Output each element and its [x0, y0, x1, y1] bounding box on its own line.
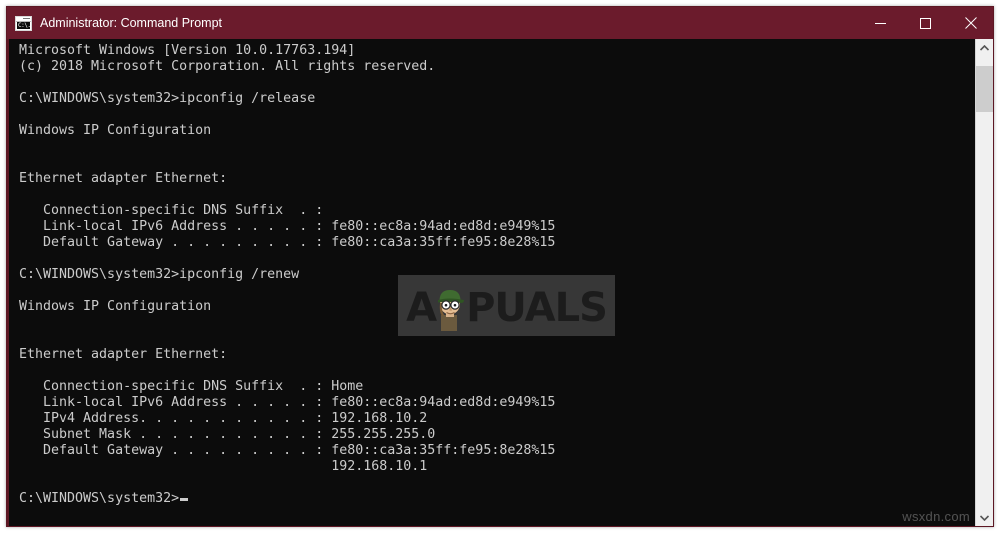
- minimize-icon: [875, 22, 886, 24]
- console-cursor: [180, 498, 189, 501]
- command-prompt-icon-glyph: C:\.: [17, 21, 30, 29]
- maximize-button[interactable]: [903, 7, 948, 39]
- console-output-area[interactable]: Microsoft Windows [Version 10.0.17763.19…: [9, 39, 975, 526]
- console-scrollbar[interactable]: [975, 39, 993, 526]
- command-prompt-icon: C:\.: [15, 15, 32, 31]
- command-prompt-window: C:\. Administrator: Command Prompt Micro…: [6, 6, 994, 527]
- scrollbar-thumb[interactable]: [976, 66, 993, 112]
- console-prompt: C:\WINDOWS\system32>: [19, 491, 180, 506]
- maximize-icon: [920, 17, 931, 29]
- window-controls: [858, 7, 993, 39]
- scroll-up-button[interactable]: [976, 39, 993, 56]
- close-icon: [964, 17, 977, 29]
- window-title: Administrator: Command Prompt: [40, 16, 223, 30]
- console-prompt-line: C:\WINDOWS\system32>: [19, 491, 975, 507]
- minimize-button[interactable]: [858, 7, 903, 39]
- scroll-down-arrow-icon: [980, 514, 989, 521]
- scroll-down-button[interactable]: [976, 509, 993, 526]
- scroll-up-arrow-icon: [980, 44, 989, 51]
- window-body: Microsoft Windows [Version 10.0.17763.19…: [7, 39, 993, 526]
- titlebar-left-group: C:\. Administrator: Command Prompt: [7, 15, 223, 31]
- window-titlebar[interactable]: C:\. Administrator: Command Prompt: [7, 7, 993, 39]
- close-button[interactable]: [948, 7, 993, 39]
- scrollbar-track[interactable]: [976, 56, 993, 509]
- console-text: Microsoft Windows [Version 10.0.17763.19…: [19, 43, 556, 474]
